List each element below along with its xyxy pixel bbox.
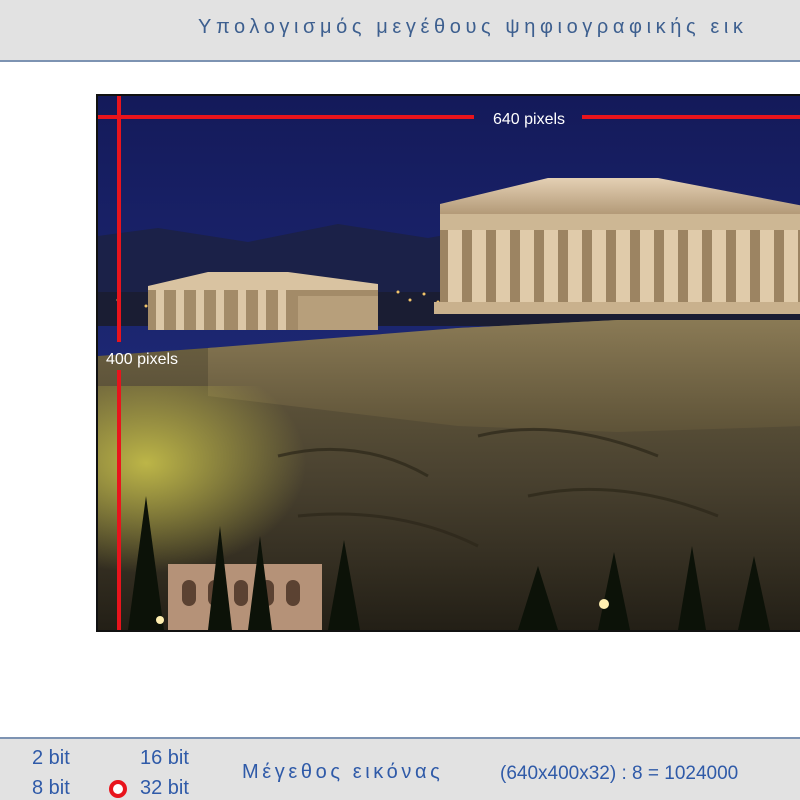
image-size-label: Μέγεθος εικόνας <box>242 761 444 783</box>
bit-option-8[interactable]: 8 bit <box>32 777 70 800</box>
app-window: Υπολογισμός μεγέθους ψηφιογραφικής εικ 6… <box>0 0 800 800</box>
bit-option-16[interactable]: 16 bit <box>140 747 189 770</box>
calculator-bar: 2 bit 16 bit 8 bit 32 bit Μέγεθος εικόνα… <box>0 737 800 800</box>
selected-radio-icon[interactable] <box>109 780 127 798</box>
odeon-ruins <box>168 564 322 630</box>
title-bar: Υπολογισμός μεγέθους ψηφιογραφικής εικ <box>0 0 800 62</box>
bit-option-2[interactable]: 2 bit <box>32 747 70 770</box>
width-label: 640 pixels <box>493 111 565 128</box>
erechtheion <box>148 272 378 330</box>
parthenon <box>434 178 800 314</box>
bit-option-32[interactable]: 32 bit <box>140 777 189 800</box>
page-title: Υπολογισμός μεγέθους ψηφιογραφικής εικ <box>198 16 748 38</box>
acropolis-photo: 640 pixels 400 pixels <box>98 96 800 630</box>
height-label: 400 pixels <box>106 351 178 368</box>
image-size-formula: (640x400x32) : 8 = 1024000 <box>500 763 739 784</box>
photo-frame: 640 pixels 400 pixels <box>96 94 800 632</box>
